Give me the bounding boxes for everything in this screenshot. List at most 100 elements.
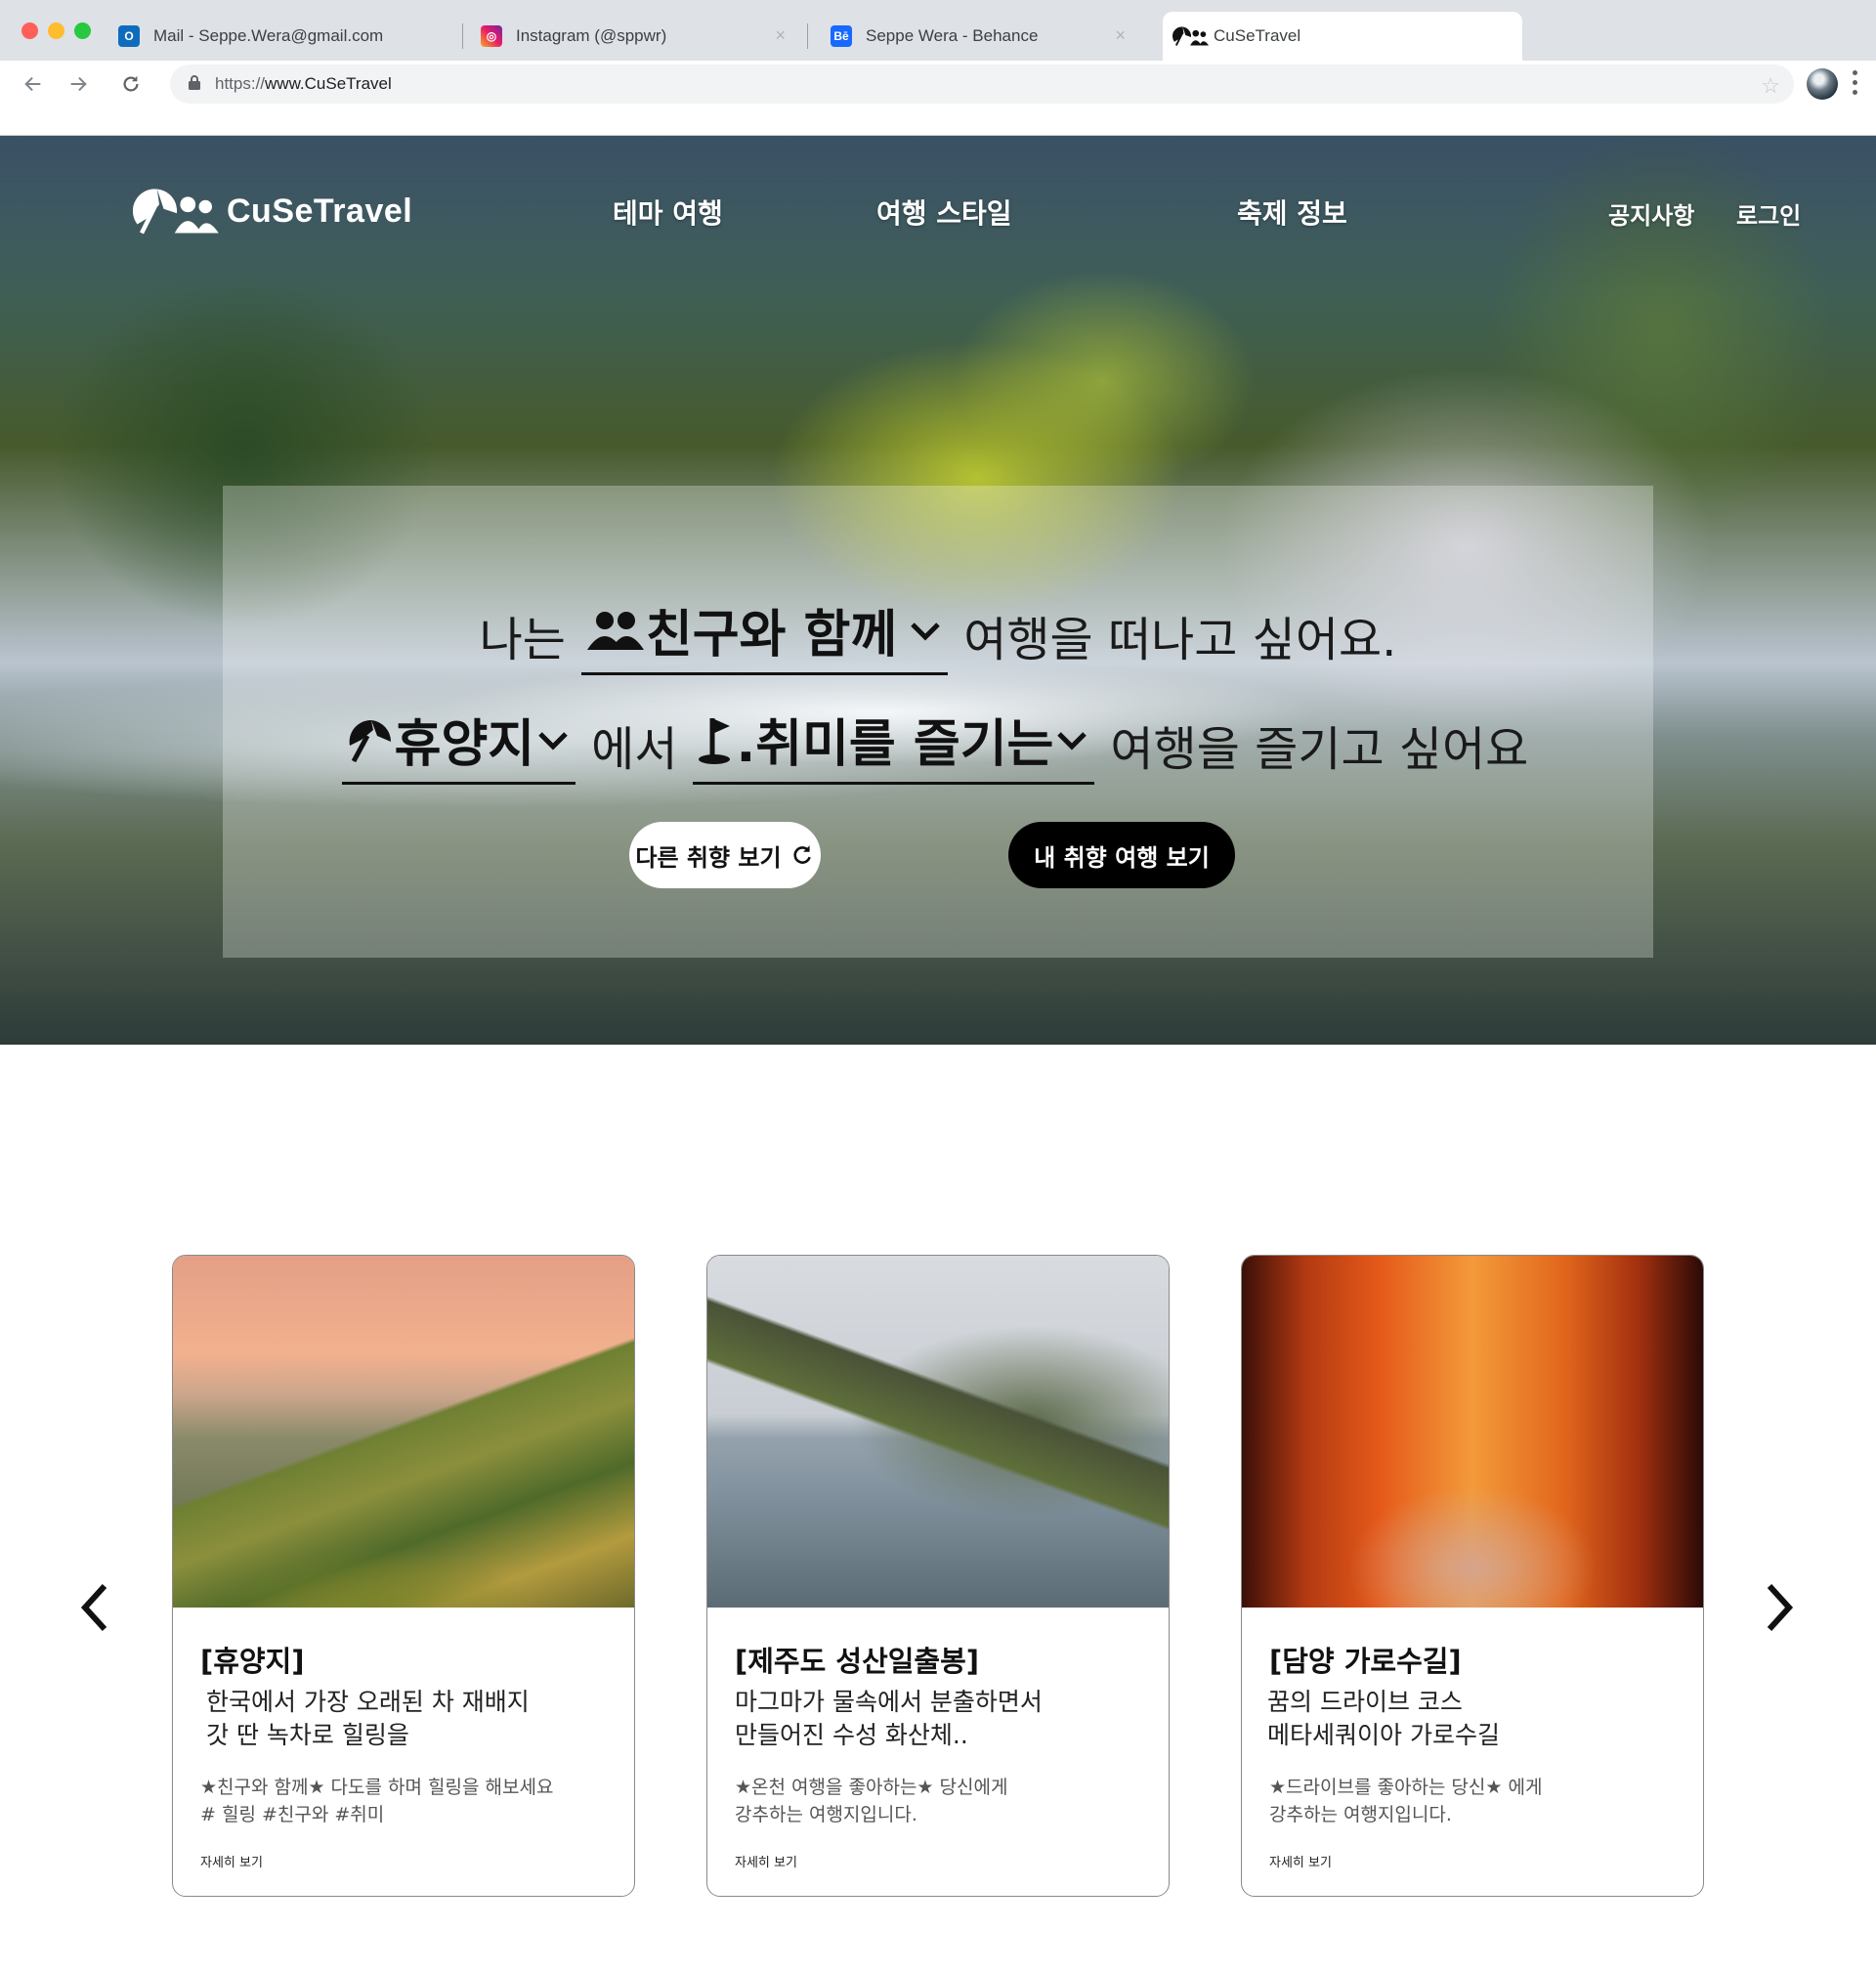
travel-card-resort[interactable]: [휴양지] 한국에서 가장 오래된 차 재배지 갓 딴 녹차로 힐링을 ★친구와… [172,1255,635,1897]
nav-notice[interactable]: 공지사항 [1608,196,1694,231]
url-host: www.CuSeTravel [265,74,392,93]
sentence-text: 나는 [479,613,566,667]
site-logo[interactable]: CuSeTravel [133,184,412,238]
card-tags: ★드라이브를 좋아하는 당신★ 에게 강추하는 여행지입니다. [1269,1774,1542,1828]
card-description-line: 만들어진 수성 화산체.. [735,1721,968,1749]
card-description: 한국에서 가장 오래된 차 재배지 갓 딴 녹차로 힐링을 [206,1686,530,1752]
tab-label: Mail - Seppe.Wera@gmail.com [153,26,384,45]
reload-button[interactable] [113,66,149,102]
preference-sentence-1: 나는 친구와 함께 여행을 떠나고 싶어요. [223,593,1653,675]
menu-kebab-icon[interactable] [1853,70,1858,95]
place-select-value: 휴양지 [394,715,535,774]
forward-button[interactable] [61,66,96,102]
preference-sentence-2: 휴양지 에서 .취미를 즐기는 여행을 즐기고 싶어요 [223,703,1653,785]
arrow-left-icon [24,76,41,92]
card-tag-line: 강추하는 여행지입니다. [1269,1804,1452,1825]
browser-tab-bar: O Mail - Seppe.Wera@gmail.com ◎ Instagra… [0,0,1876,61]
tab-instagram[interactable]: ◎ Instagram (@sppwr) × [481,12,803,61]
chevron-left-icon [80,1583,107,1632]
card-more-link[interactable]: 자세히 보기 [200,1852,263,1870]
close-window-button[interactable] [21,22,38,39]
tab-divider [807,23,808,49]
close-tab-icon[interactable]: × [775,25,786,46]
tab-label: CuSeTravel [1214,26,1301,45]
sentence-text: 여행을 즐기고 싶어요 [1110,722,1529,777]
lock-icon [188,74,201,95]
card-tags: ★친구와 함께★ 다도를 하며 힐링을 해보세요 # 힐링 #친구와 #취미 [200,1774,553,1828]
cusetravel-logo-icon [133,184,221,238]
reload-icon [123,75,139,92]
bookmarks-strip [0,107,1876,136]
card-title: [제주도 성산일출봉] [735,1645,980,1678]
back-button[interactable] [16,66,51,102]
behance-icon: Bē [831,25,852,47]
nav-travel-style[interactable]: 여행 스타일 [876,193,1012,232]
my-preference-travel-button[interactable]: 내 취향 여행 보기 [1008,822,1235,888]
card-tag-line: 강추하는 여행지입니다. [735,1804,917,1825]
sentence-text: 여행을 떠나고 싶어요. [963,613,1397,667]
chevron-right-icon [1767,1583,1794,1632]
zoom-window-button[interactable] [74,22,91,39]
refresh-icon [793,845,811,864]
card-tags: ★온천 여행을 좋아하는★ 당신에게 강추하는 여행지입니다. [735,1774,1007,1828]
travel-card-damyang[interactable]: [담양 가로수길] 꿈의 드라이브 코스 메타세쿼이아 가로수길 ★드라이브를 … [1241,1255,1704,1897]
tab-label: Instagram (@sppwr) [516,26,667,45]
chevron-down-icon [1057,731,1087,751]
url-protocol: https:// [215,74,266,93]
card-tag-line: ★드라이브를 좋아하는 당신★ 에게 [1269,1777,1543,1798]
nav-theme-travel[interactable]: 테마 여행 [613,193,723,232]
browser-toolbar: https:// www.CuSeTravel ☆ [0,61,1876,107]
card-tag-line: ★친구와 함께★ 다도를 하며 힐링을 해보세요 [200,1777,554,1798]
address-bar[interactable]: https:// www.CuSeTravel ☆ [170,64,1794,104]
card-description-line: 갓 딴 녹차로 힐링을 [206,1721,409,1749]
carousel-prev-button[interactable] [74,1578,113,1637]
seongsan-ilchulbong-image [707,1256,1169,1608]
metasequoia-road-image [1242,1256,1703,1608]
companion-select[interactable]: 친구와 함께 [580,593,949,675]
tab-mail[interactable]: O Mail - Seppe.Wera@gmail.com [118,12,450,61]
card-title: [휴양지] [200,1645,305,1678]
travel-card-seongsan[interactable]: [제주도 성산일출봉] 마그마가 물속에서 분출하면서 만들어진 수성 화산체.… [706,1255,1170,1897]
nav-festival-info[interactable]: 축제 정보 [1237,193,1347,232]
activity-select-value: .취미를 즐기는 [736,715,1054,774]
card-description: 꿈의 드라이브 코스 메타세쿼이아 가로수길 [1267,1686,1500,1752]
instagram-icon: ◎ [481,25,502,47]
other-preference-button[interactable]: 다른 취향 보기 [629,822,821,888]
cusetravel-icon [1172,24,1210,48]
card-description-line: 한국에서 가장 오래된 차 재배지 [206,1688,530,1716]
sentence-text: 에서 [591,722,678,777]
card-description: 마그마가 물속에서 분출하면서 만들어진 수성 화산체.. [735,1686,1043,1752]
site-header: CuSeTravel 테마 여행 여행 스타일 축제 정보 공지사항 로그인 [0,136,1876,292]
people-icon [586,611,644,650]
card-more-link[interactable]: 자세히 보기 [735,1852,797,1870]
bookmark-star-icon[interactable]: ☆ [1761,73,1780,99]
outlook-icon: O [118,25,140,47]
tab-divider [462,23,463,49]
tab-label: Seppe Wera - Behance [866,26,1039,45]
profile-avatar[interactable] [1807,68,1838,100]
button-label: 다른 취향 보기 [635,843,782,872]
chevron-down-icon [911,622,940,641]
close-tab-icon[interactable]: × [1115,25,1126,46]
golf-icon [699,717,731,764]
hero-section: CuSeTravel 테마 여행 여행 스타일 축제 정보 공지사항 로그인 나… [0,136,1876,1045]
chevron-down-icon [538,731,568,751]
preference-panel: 나는 친구와 함께 여행을 떠나고 싶어요. 휴양지 에서 .취미를 즐기는 여… [223,486,1653,958]
tab-behance[interactable]: Bē Seppe Wera - Behance × [831,12,1143,61]
card-description-line: 꿈의 드라이브 코스 [1267,1688,1463,1716]
beach-umbrella-icon [349,719,391,762]
card-tag-line: ★온천 여행을 좋아하는★ 당신에게 [735,1777,1008,1798]
logo-text: CuSeTravel [227,192,413,230]
card-description-line: 마그마가 물속에서 분출하면서 [735,1688,1043,1716]
card-description-line: 메타세쿼이아 가로수길 [1267,1721,1500,1749]
carousel-next-button[interactable] [1761,1578,1800,1637]
button-label: 내 취향 여행 보기 [1034,843,1210,872]
arrow-right-icon [70,76,87,92]
card-more-link[interactable]: 자세히 보기 [1269,1852,1332,1870]
activity-select[interactable]: .취미를 즐기는 [693,703,1095,785]
tab-cusetravel[interactable]: CuSeTravel [1163,12,1522,61]
tea-plantation-image [173,1256,634,1608]
minimize-window-button[interactable] [48,22,64,39]
place-select[interactable]: 휴양지 [341,703,576,785]
nav-login[interactable]: 로그인 [1736,196,1801,231]
